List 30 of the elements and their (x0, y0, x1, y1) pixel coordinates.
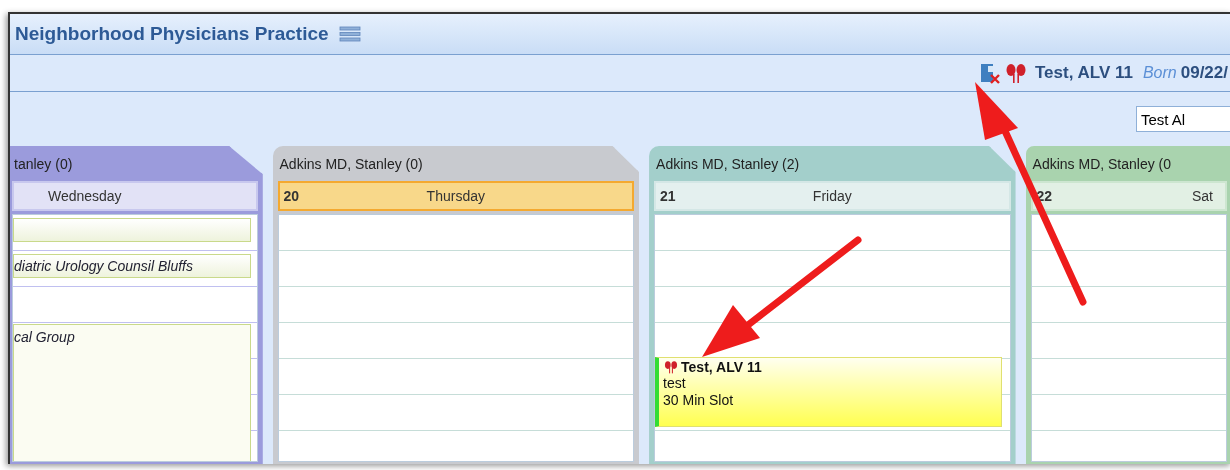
kidney-icon (663, 360, 680, 374)
day-name: Thursday (425, 188, 486, 204)
provider-name[interactable]: Adkins MD, Stanley (0) (277, 148, 635, 181)
day-name: Sat (1191, 188, 1213, 204)
day-header[interactable]: 21 Friday (654, 181, 1011, 211)
menu-icon[interactable] (338, 26, 361, 42)
day-name: Wednesday (46, 188, 123, 204)
day-number: 21 (659, 188, 677, 204)
day-name: Friday (811, 188, 853, 204)
patient-search-field[interactable]: Test Al (1136, 106, 1230, 132)
birth-date: 09/22/ (1180, 63, 1228, 83)
appointment[interactable]: Test, ALV 11 test 30 Min Slot (655, 357, 1002, 427)
provider-name[interactable]: Adkins MD, Stanley (2) (654, 148, 1011, 181)
practice-title: Neighborhood Physicians Practice (15, 23, 329, 45)
kidney-icon[interactable] (1005, 62, 1027, 84)
appointment-reason: test (663, 375, 687, 392)
day-header[interactable]: Wednesday (12, 181, 258, 211)
appointment-slot: 30 Min Slot (663, 392, 997, 409)
born-label: Born (1142, 64, 1177, 82)
schedule-block[interactable]: diatric Urology Counsil Bluffs (13, 254, 251, 278)
appointment-patient: Test, ALV 11 (681, 359, 762, 375)
block-label: diatric Urology Counsil Bluffs (14, 258, 193, 274)
day-number: 20 (282, 188, 301, 204)
provider-name[interactable]: Adkins MD, Stanley (0 (1030, 148, 1227, 181)
block-label: cal Group (14, 329, 75, 345)
patient-name[interactable]: Test, ALV 11 (1035, 63, 1133, 83)
door-cross-icon[interactable] (979, 62, 1001, 84)
schedule-block[interactable]: cal Group (13, 324, 251, 461)
day-header[interactable]: 20 Thursday (277, 181, 635, 211)
provider-name[interactable]: tanley (0) (12, 148, 258, 181)
